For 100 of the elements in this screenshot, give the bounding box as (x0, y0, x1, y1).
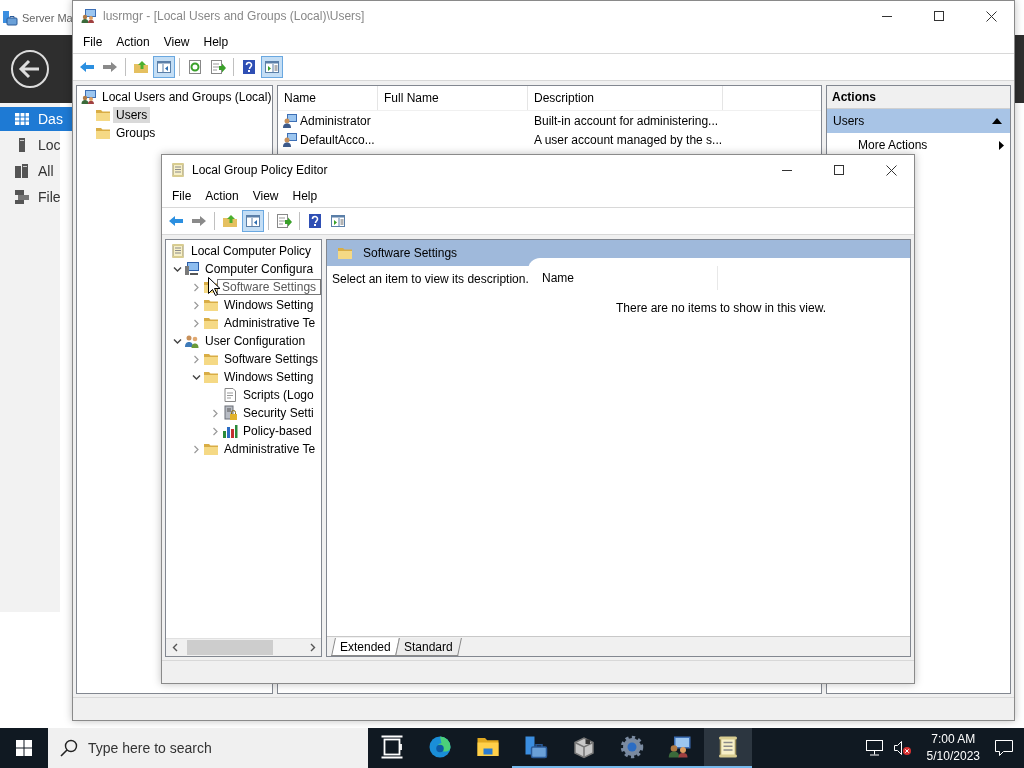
description-text: Select an item to view its description. (332, 272, 529, 286)
servers-icon (14, 163, 30, 179)
window-title: lusrmgr - [Local Users and Groups (Local)\Users] (103, 9, 366, 23)
folder-icon (95, 125, 111, 141)
maximize-icon[interactable] (934, 11, 944, 21)
tree-item[interactable]: Windows Setting (221, 369, 317, 385)
pane-title: Actions (827, 86, 1010, 109)
folder-icon (203, 297, 219, 313)
column-header[interactable]: Name (528, 266, 718, 290)
nav-item[interactable]: File (0, 185, 72, 209)
column-header[interactable]: Description (528, 86, 723, 110)
users-computer-icon (668, 735, 692, 759)
folder-icon (203, 441, 219, 457)
section-header[interactable]: Users (833, 114, 865, 128)
search-icon (60, 739, 78, 757)
back-arrow-icon (79, 59, 95, 75)
disk-box-icon (572, 735, 596, 759)
menu-item[interactable]: File (165, 187, 199, 205)
menu-item[interactable]: Action (109, 33, 157, 51)
help-icon (307, 213, 323, 229)
back-button[interactable] (10, 49, 50, 89)
users-computer-icon (81, 8, 97, 24)
menu-item[interactable]: File (76, 33, 110, 51)
chevron-down-icon[interactable] (172, 264, 182, 274)
folder-icon (203, 315, 219, 331)
server-lock-icon (222, 405, 238, 421)
search-field[interactable]: Type here to search (48, 728, 368, 768)
close-icon[interactable] (885, 164, 897, 176)
windows-logo-icon[interactable] (16, 740, 32, 756)
tree-item[interactable]: Users (113, 107, 151, 123)
grid-icon (14, 111, 30, 127)
refresh-icon (187, 59, 203, 75)
submenu-triangle-icon (999, 140, 1004, 150)
action-pane-icon (264, 59, 280, 75)
table-cell: Administrator (300, 113, 371, 128)
tree-item[interactable]: Local Users and Groups (Local) (99, 89, 275, 105)
folder-icon (203, 369, 219, 385)
toolbar-button[interactable] (153, 56, 175, 78)
bar-chart-icon (222, 423, 238, 439)
action-link[interactable]: More Actions (858, 138, 928, 152)
collapse-triangle-icon[interactable] (992, 118, 1002, 124)
notification-icon[interactable] (994, 739, 1014, 757)
muted-speaker-icon[interactable] (892, 739, 913, 757)
tree-item[interactable]: Computer Configura (202, 261, 317, 277)
scrollbar-thumb[interactable] (187, 640, 273, 655)
tree-item[interactable]: User Configuration (202, 333, 309, 349)
tree-item[interactable]: Groups (113, 125, 159, 141)
toolbar-button[interactable] (242, 210, 264, 232)
scroll-icon (716, 735, 740, 759)
scroll-icon (170, 243, 186, 259)
view-tab[interactable]: Standard (394, 638, 462, 656)
nav-item[interactable]: Loc (0, 133, 72, 157)
menu-item[interactable]: Help (196, 33, 236, 51)
nav-item[interactable]: Das (0, 107, 72, 131)
taskbar-app[interactable] (704, 728, 752, 768)
column-header[interactable]: Full Name (378, 86, 528, 110)
menu-item[interactable]: Action (198, 187, 246, 205)
tree-item[interactable]: Scripts (Logo (240, 387, 317, 403)
clock[interactable]: 7:00 AM 5/10/2023 (920, 731, 986, 765)
forward-arrow-icon (102, 59, 118, 75)
close-icon[interactable] (985, 10, 997, 22)
menu-item[interactable]: View (156, 33, 197, 51)
toolbar-button[interactable] (261, 56, 283, 78)
folder-up-icon (133, 59, 149, 75)
tree-item[interactable]: Security Setti (240, 405, 317, 421)
network-icon[interactable] (864, 739, 885, 757)
window-title: Server Ma (22, 11, 73, 24)
tooltip: Software Settings (217, 279, 322, 295)
window-title: Local Group Policy Editor (192, 163, 329, 177)
menu-item[interactable]: Help (285, 187, 325, 205)
tree-item[interactable]: Local Computer Policy (188, 243, 315, 259)
tree-item[interactable]: Policy-based (240, 423, 315, 439)
back-arrow-icon (168, 213, 184, 229)
task-view-icon (380, 735, 404, 759)
table-cell-text: Built-in account for administering... (533, 113, 719, 128)
pane-header: Software Settings (363, 246, 458, 260)
export-list-icon (276, 213, 292, 229)
users-icon (184, 333, 200, 349)
table-cell: DefaultAcco... (300, 132, 375, 147)
nav-item[interactable]: All (0, 159, 72, 183)
gear-icon (620, 735, 644, 759)
tree-item[interactable]: Administrative Te (221, 315, 319, 331)
maximize-icon[interactable] (834, 165, 844, 175)
file-folder-icon (476, 735, 500, 759)
server-toolbox-icon (524, 735, 548, 759)
menu-item[interactable]: View (245, 187, 286, 205)
export-list-icon (210, 59, 226, 75)
view-tab[interactable]: Extended (331, 638, 400, 656)
scroll-icon (170, 162, 186, 178)
cursor-icon (208, 277, 220, 296)
column-header[interactable]: Name (278, 86, 378, 110)
stack-icon (14, 189, 30, 205)
chevron-down-icon[interactable] (191, 372, 201, 382)
tree-pane-icon (156, 59, 172, 75)
server-toolbox-icon (2, 9, 18, 26)
table-cell-text: A user account managed by the s... (533, 132, 723, 147)
tree-item[interactable]: Windows Setting (221, 297, 317, 313)
chevron-down-icon[interactable] (172, 336, 182, 346)
tree-item[interactable]: Software Settings (221, 351, 322, 367)
tree-item[interactable]: Administrative Te (221, 441, 319, 457)
